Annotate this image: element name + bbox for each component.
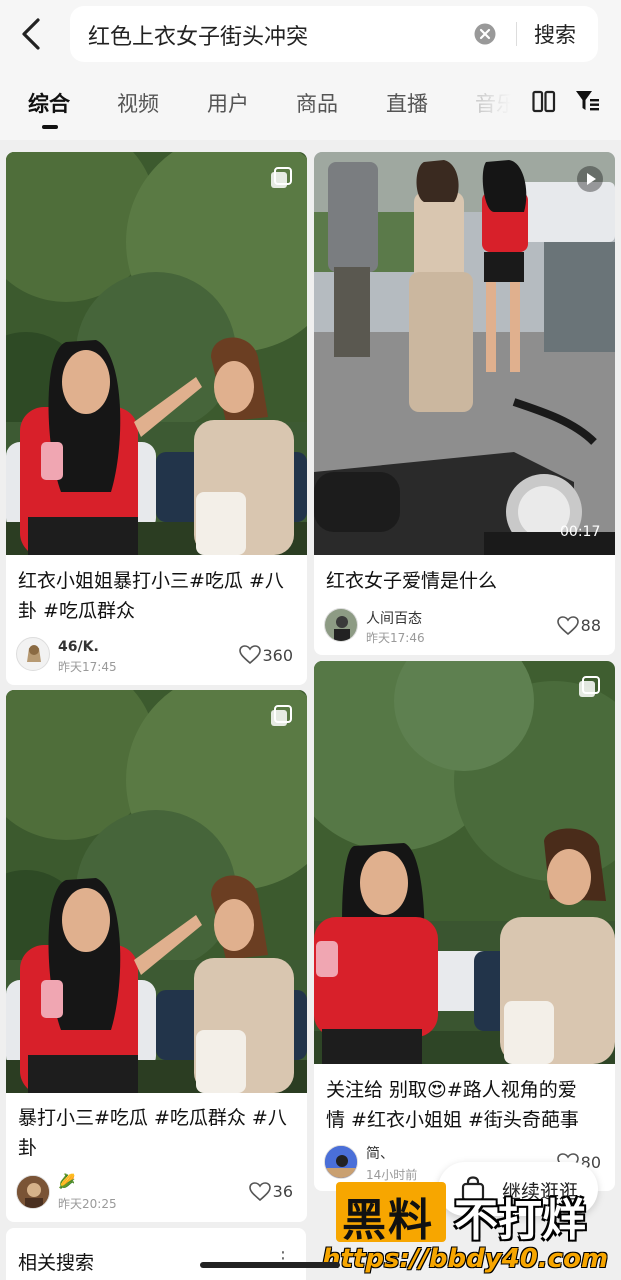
play-icon <box>577 166 603 192</box>
post-title-line: 卦 <box>18 1137 38 1159</box>
post-time: 昨天17:46 <box>366 631 425 645</box>
multi-image-icon <box>271 705 292 726</box>
search-button[interactable]: 搜索 <box>534 19 576 49</box>
like-count: 36 <box>272 1182 293 1201</box>
result-card[interactable]: 00:17 红衣女子爱情是什么 人间百态 昨天17:46 88 <box>314 152 615 655</box>
post-title: 暴打小三#吃瓜 #吃瓜群众 #八 卦 <box>18 1103 287 1163</box>
post-thumbnail <box>314 661 615 1064</box>
back-button[interactable] <box>14 14 50 54</box>
author-name[interactable]: 46/K. <box>58 639 99 655</box>
result-card[interactable]: 关注给 别取😍#路人视角的爱 情 #红衣小姐姐 #街头奇葩事 简、 14小时前 … <box>314 661 615 1191</box>
search-header: 红色上衣女子街头冲突 搜索 <box>0 0 621 70</box>
tab-comprehensive[interactable]: 综合 <box>28 88 70 118</box>
tab-video[interactable]: 视频 <box>117 88 159 118</box>
watermark-main: 黑料 <box>342 1195 434 1246</box>
avatar[interactable] <box>16 1175 50 1209</box>
tab-live[interactable]: 直播 <box>386 88 428 118</box>
chevron-left-icon <box>22 18 40 50</box>
layout-toggle-icon[interactable] <box>532 90 556 114</box>
clear-icon[interactable] <box>474 23 496 45</box>
tab-products[interactable]: 商品 <box>296 88 338 118</box>
filter-icon[interactable] <box>574 88 600 114</box>
author-name[interactable]: 简、 <box>366 1143 394 1163</box>
like-count: 360 <box>262 646 293 665</box>
active-tab-indicator <box>42 125 58 129</box>
related-search-title: 相关搜索 <box>18 1252 95 1274</box>
avatar[interactable] <box>324 608 358 642</box>
result-card[interactable]: 暴打小三#吃瓜 #吃瓜群众 #八 卦 🌽 昨天20:25 36 <box>6 690 307 1222</box>
author-name[interactable]: 人间百态 <box>366 608 422 628</box>
multi-image-icon <box>579 676 600 697</box>
video-duration: 00:17 <box>560 524 601 540</box>
post-title-line: 情 #红衣小姐姐 #街头奇葩事 <box>326 1109 579 1131</box>
search-query: 红色上衣女子街头冲突 <box>88 25 309 50</box>
watermark-sub: 不打烊 <box>454 1195 586 1246</box>
avatar[interactable] <box>324 1145 358 1179</box>
post-time: 昨天20:25 <box>58 1197 117 1211</box>
post-thumbnail <box>6 690 307 1093</box>
related-search-card[interactable]: 相关搜索 ⋮ <box>6 1228 306 1280</box>
avatar[interactable] <box>16 637 50 671</box>
search-input[interactable]: 红色上衣女子街头冲突 搜索 <box>70 6 598 62</box>
watermark-url: https://bbdy40.com <box>322 1244 609 1274</box>
post-title-line: 卦 #吃瓜群众 <box>18 600 135 622</box>
heart-icon[interactable] <box>239 645 261 665</box>
post-title: 红衣小姐姐暴打小三#吃瓜 #八 卦 #吃瓜群众 <box>18 566 284 626</box>
category-tabs: 综合 视频 用户 商品 直播 音乐 <box>0 70 621 140</box>
post-thumbnail <box>6 152 307 555</box>
post-title-line: 关注给 别取😍#路人视角的爱 <box>326 1079 577 1101</box>
post-time: 昨天17:45 <box>58 660 117 674</box>
post-title-line: 暴打小三#吃瓜 #吃瓜群众 #八 <box>18 1107 287 1129</box>
author-name[interactable]: 🌽 <box>58 1174 75 1190</box>
like-count: 88 <box>580 616 601 635</box>
tab-users[interactable]: 用户 <box>207 88 249 118</box>
post-title: 关注给 别取😍#路人视角的爱 情 #红衣小姐姐 #街头奇葩事 <box>326 1075 579 1135</box>
divider <box>516 22 517 46</box>
home-indicator[interactable] <box>200 1262 340 1268</box>
post-title: 红衣女子爱情是什么 <box>326 566 497 596</box>
heart-icon[interactable] <box>557 616 579 636</box>
watermark-overlay: 黑料 不打烊 https://bbdy40.com <box>318 1178 621 1280</box>
heart-icon[interactable] <box>249 1182 271 1202</box>
video-thumbnail <box>314 152 615 555</box>
post-title-line: 红衣女子爱情是什么 <box>326 570 498 592</box>
tab-fade <box>455 80 525 130</box>
result-card[interactable]: 红衣小姐姐暴打小三#吃瓜 #八 卦 #吃瓜群众 46/K. 昨天17:45 36… <box>6 152 307 685</box>
post-title-line: 红衣小姐姐暴打小三#吃瓜 #八 <box>18 570 284 592</box>
multi-image-icon <box>271 167 292 188</box>
